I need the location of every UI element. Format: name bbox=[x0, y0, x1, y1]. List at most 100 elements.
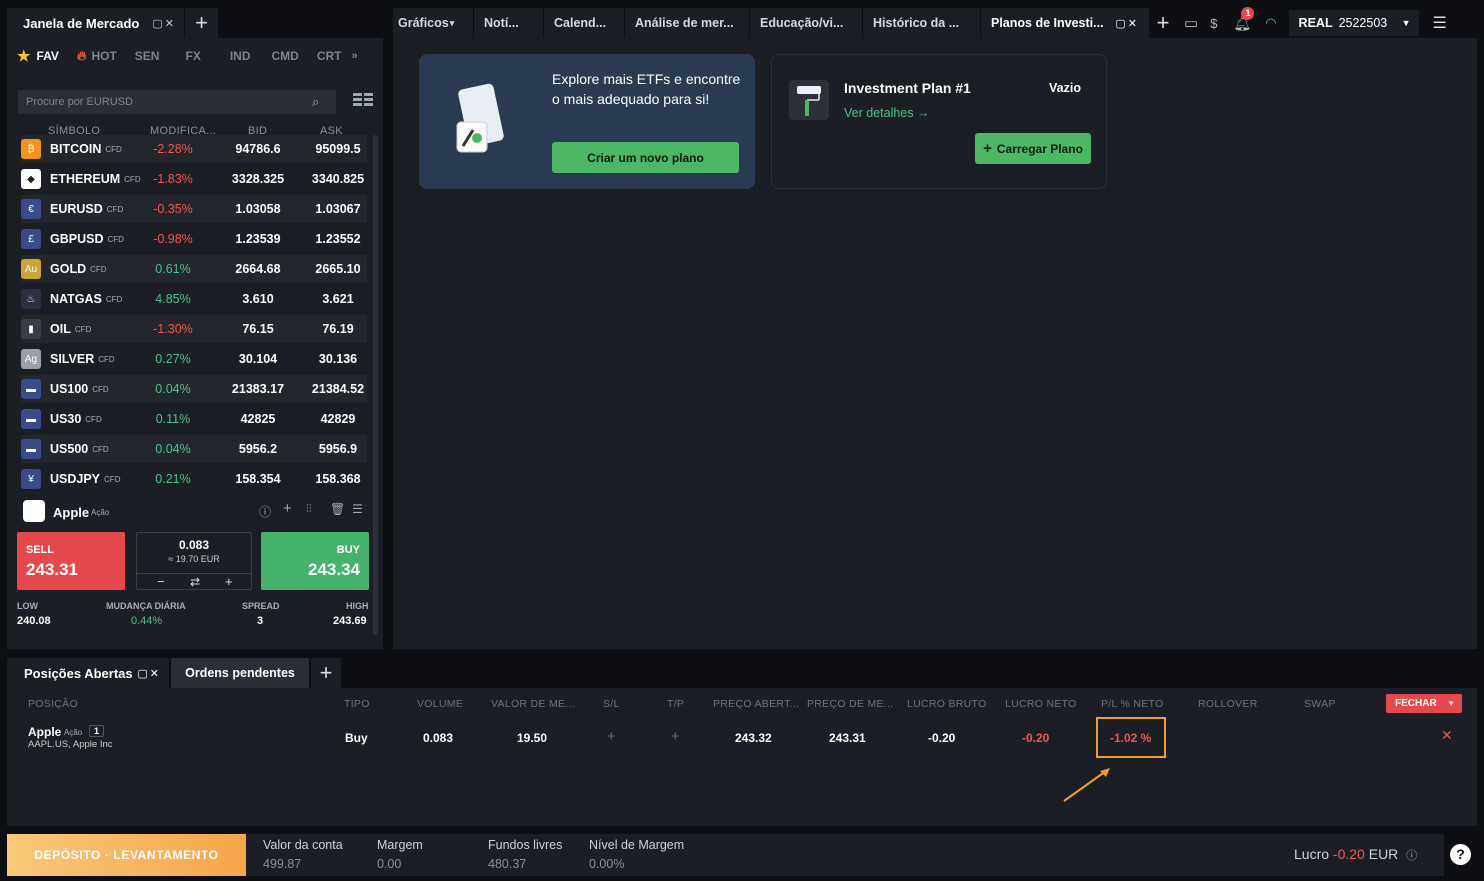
col-type[interactable]: TIPO bbox=[344, 698, 370, 710]
sound-icon[interactable]: $ bbox=[1210, 16, 1217, 31]
tab-analise[interactable]: Análise de mer... bbox=[625, 8, 749, 38]
tab-graficos[interactable]: Gráficos ▾ bbox=[393, 8, 473, 38]
buy-button[interactable]: BUY 243.34 bbox=[261, 532, 369, 590]
position-current-price: 243.31 bbox=[829, 731, 866, 745]
list-item[interactable]: ♨ NATGAS CFD 4.85% 3.610 3.621 bbox=[21, 285, 367, 313]
tab-calendario[interactable]: Calend... bbox=[544, 8, 624, 38]
symbol-icon: ▬ bbox=[21, 379, 41, 399]
symbol-change: 0.21% bbox=[155, 472, 191, 486]
col-sl[interactable]: S/L bbox=[603, 698, 620, 710]
symbol-name: OIL bbox=[50, 322, 71, 336]
col-pl-pct[interactable]: P/L % NETO bbox=[1101, 698, 1164, 710]
add-tab-button[interactable]: + bbox=[1150, 8, 1176, 38]
layout-icon[interactable]: ▭ bbox=[1184, 14, 1198, 32]
tab-open-positions[interactable]: Posições Abertas ▢✕ bbox=[7, 658, 169, 688]
col-swap[interactable]: SWAP bbox=[1304, 698, 1336, 710]
col-value[interactable]: VALOR DE ME... bbox=[491, 698, 575, 710]
tab-historico[interactable]: Histórico da ... bbox=[863, 8, 980, 38]
add-tab-button[interactable]: + bbox=[311, 658, 341, 688]
symbol-name: GOLD bbox=[50, 262, 87, 276]
volume-stepper[interactable]: 0.083 ≈ 19.70 EUR − ⇄ + bbox=[136, 532, 252, 590]
symbol-icon: ▬ bbox=[21, 409, 41, 429]
close-all-label: FECHAR bbox=[1395, 698, 1437, 709]
col-rollover[interactable]: ROLLOVER bbox=[1198, 698, 1258, 710]
view-details-link[interactable]: Ver detalhes → bbox=[844, 106, 929, 120]
tab-crt[interactable]: CRT bbox=[317, 49, 342, 63]
chart-candles-icon[interactable]: ⫶⫶ bbox=[306, 503, 312, 516]
window-controls[interactable]: ▢✕ bbox=[152, 17, 176, 30]
tab-sen[interactable]: SEN bbox=[135, 49, 160, 63]
help-icon[interactable]: ? bbox=[1450, 844, 1471, 865]
deposit-withdraw-button[interactable]: DEPÓSITO · LEVANTAMENTO bbox=[7, 834, 246, 876]
increase-button[interactable]: + bbox=[225, 574, 233, 589]
tab-ind[interactable]: IND bbox=[230, 49, 251, 63]
position-sub: AAPL.US, Apple Inc bbox=[28, 739, 113, 750]
symbol-bid: 1.23539 bbox=[235, 232, 281, 246]
search-input[interactable]: Procure por EURUSD bbox=[18, 90, 336, 114]
create-plan-button[interactable]: Criar um novo plano bbox=[552, 142, 739, 173]
list-item[interactable]: £ GBPUSD CFD -0.98% 1.23539 1.23552 bbox=[21, 225, 367, 253]
list-item[interactable]: ₿ BITCOIN CFD -2.28% 94786.6 95099.5 bbox=[21, 135, 367, 163]
investment-plan-card: Investment Plan #1 Vazio Ver detalhes → … bbox=[771, 54, 1107, 189]
trash-icon[interactable]: 🗑︎ bbox=[330, 502, 345, 516]
info-icon[interactable]: ⓘ bbox=[259, 503, 271, 520]
list-item[interactable]: Ag SILVER CFD 0.27% 30.104 30.136 bbox=[21, 345, 367, 373]
close-all-button[interactable]: FECHAR ▼ bbox=[1386, 694, 1462, 713]
add-tab-button[interactable]: + bbox=[184, 8, 218, 38]
list-item[interactable]: Au GOLD CFD 0.61% 2664.68 2665.10 bbox=[21, 255, 367, 283]
add-sl-button[interactable]: + bbox=[607, 728, 616, 745]
sell-button[interactable]: SELL 243.31 bbox=[17, 532, 125, 590]
search-icon[interactable]: ⌕ bbox=[312, 94, 319, 110]
list-item[interactable]: ▬ US30 CFD 0.11% 42825 42829 bbox=[21, 405, 367, 433]
window-controls[interactable]: ▢✕ bbox=[137, 667, 161, 680]
list-item[interactable]: ▬ US100 CFD 0.04% 21383.17 21384.52 bbox=[21, 375, 367, 403]
account-selector[interactable]: REAL 2522503 ▼ bbox=[1288, 10, 1419, 36]
list-item[interactable]: ▬ US500 CFD 0.04% 5956.2 5956.9 bbox=[21, 435, 367, 463]
position-gross-profit: -0.20 bbox=[928, 731, 956, 745]
list-item[interactable]: € EURUSD CFD -0.35% 1.03058 1.03067 bbox=[21, 195, 367, 223]
list-item[interactable]: ◆ ETHEREUM CFD -1.83% 3328.325 3340.825 bbox=[21, 165, 367, 193]
col-position[interactable]: POSIÇÃO bbox=[28, 698, 78, 710]
col-gross-profit[interactable]: LUCRO BRUTO bbox=[907, 698, 987, 710]
bell-icon[interactable]: 🔔︎ 1 bbox=[1233, 6, 1255, 32]
load-plan-button[interactable]: + Carregar Plano bbox=[975, 133, 1091, 164]
col-tp[interactable]: T/P bbox=[667, 698, 684, 710]
col-open-price[interactable]: PREÇO ABERT... bbox=[713, 698, 799, 710]
symbol-ask: 1.03067 bbox=[315, 202, 361, 216]
symbol-bid: 30.104 bbox=[238, 352, 278, 366]
col-current-price[interactable]: PREÇO DE ME... bbox=[807, 698, 893, 710]
tab-fav[interactable]: FAV bbox=[36, 49, 58, 63]
decrease-button[interactable]: − bbox=[157, 574, 165, 589]
top-tabs: Gráficos ▾ Notí... Calend... Análise de m… bbox=[393, 6, 1477, 38]
scrollbar[interactable] bbox=[373, 135, 378, 635]
more-chevron-icon[interactable]: » bbox=[352, 50, 358, 62]
volume-value[interactable]: 0.083 bbox=[137, 538, 251, 552]
list-settings-icon[interactable]: ☰ bbox=[352, 502, 363, 516]
symbol-icon: £ bbox=[21, 229, 41, 249]
market-window-tab[interactable]: Janela de Mercado ▢✕ bbox=[7, 8, 184, 38]
add-tp-button[interactable]: + bbox=[671, 728, 680, 745]
tab-pending-orders[interactable]: Ordens pendentes bbox=[171, 658, 309, 688]
swap-icon[interactable]: ⇄ bbox=[190, 575, 200, 589]
plan-status: Vazio bbox=[1049, 81, 1081, 95]
tab-fx[interactable]: FX bbox=[185, 49, 200, 63]
list-item[interactable]: ▮ OIL CFD -1.30% 76.15 76.19 bbox=[21, 315, 367, 343]
symbol-ask: 2665.10 bbox=[315, 262, 361, 276]
divider bbox=[137, 573, 251, 574]
close-position-icon[interactable]: ✕ bbox=[1441, 727, 1453, 744]
tab-noticias[interactable]: Notí... bbox=[474, 8, 543, 38]
tab-planos[interactable]: Planos de Investi... ▢✕ bbox=[981, 8, 1149, 38]
col-volume[interactable]: VOLUME bbox=[417, 698, 463, 710]
col-net-profit[interactable]: LUCRO NETO bbox=[1005, 698, 1077, 710]
grid-view-icon[interactable] bbox=[353, 92, 373, 108]
symbol-ask: 95099.5 bbox=[315, 142, 361, 156]
tab-educacao[interactable]: Educação/vi... bbox=[750, 8, 862, 38]
tab-hot[interactable]: HOT bbox=[91, 49, 116, 63]
add-icon[interactable]: + bbox=[283, 500, 292, 517]
info-icon[interactable]: ⓘ bbox=[1406, 850, 1417, 862]
symbol-ask: 76.19 bbox=[322, 322, 354, 336]
menu-icon[interactable]: ☰ bbox=[1433, 13, 1447, 33]
list-item[interactable]: ¥ USDJPY CFD 0.21% 158.354 158.368 bbox=[21, 465, 367, 493]
window-controls[interactable]: ▢✕ bbox=[1115, 17, 1139, 30]
tab-cmd[interactable]: CMD bbox=[272, 49, 299, 63]
